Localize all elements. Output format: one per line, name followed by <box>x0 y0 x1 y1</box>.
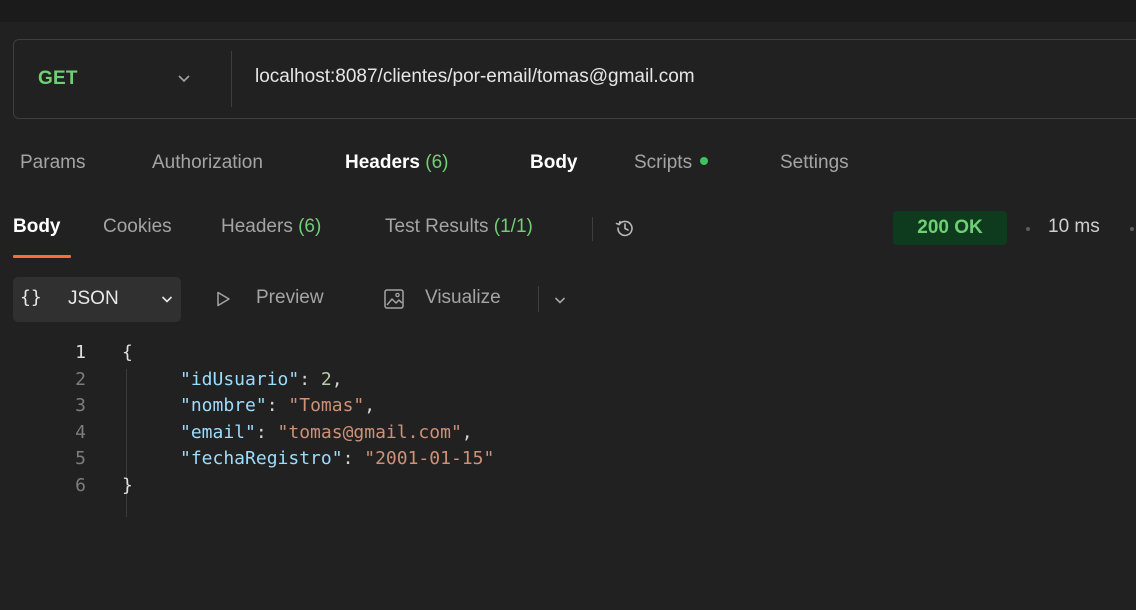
tab-authorization[interactable]: Authorization <box>152 152 263 174</box>
method-divider <box>231 51 232 107</box>
format-label: JSON <box>68 288 119 309</box>
code-text: { <box>122 340 133 366</box>
tab-headers-count: (6) <box>425 152 449 173</box>
line-number: 6 <box>75 474 86 496</box>
json-value: "2001-01-15" <box>364 448 495 469</box>
top-band <box>0 0 1136 22</box>
json-comma: , <box>364 395 376 416</box>
response-tab-headers-label: Headers <box>221 216 293 237</box>
image-icon <box>384 289 404 309</box>
line-number: 3 <box>75 395 86 416</box>
json-value: "tomas@gmail.com" <box>277 421 462 443</box>
json-comma: , <box>331 368 343 390</box>
line-number: 4 <box>75 421 86 443</box>
response-tab-tests-count: (1/1) <box>493 216 533 237</box>
json-separator: : <box>266 395 289 416</box>
visualize-label: Visualize <box>425 287 501 308</box>
json-brace: } <box>122 474 133 496</box>
json-key: "nombre" <box>180 395 267 416</box>
line-number: 2 <box>75 368 86 390</box>
tab-params[interactable]: Params <box>20 152 85 174</box>
json-braces-icon: {} <box>20 287 42 308</box>
tab-headers[interactable]: Headers (6) <box>345 152 449 174</box>
json-separator: : <box>255 421 278 443</box>
json-value: 2 <box>320 368 332 390</box>
green-dot-icon <box>700 156 709 165</box>
response-tab-cookies[interactable]: Cookies <box>103 216 172 238</box>
tab-body[interactable]: Body <box>530 152 578 174</box>
preview-label: Preview <box>256 287 324 308</box>
json-key: "fechaRegistro" <box>180 448 343 469</box>
line-number: 5 <box>75 448 86 469</box>
chevron-down-icon[interactable] <box>176 70 192 86</box>
json-separator: : <box>299 368 321 390</box>
active-tab-underline <box>13 255 71 258</box>
chevron-down-icon <box>161 296 173 303</box>
code-text: "idUsuario": 2, <box>180 367 343 393</box>
tab-scripts[interactable]: Scripts <box>634 152 709 174</box>
postman-window: GET localhost:8087/clientes/por-email/to… <box>0 0 1136 610</box>
tab-headers-label: Headers <box>345 152 420 173</box>
status-badge[interactable]: 200 OK <box>893 211 1007 245</box>
code-text: } <box>122 473 133 499</box>
response-tab-test-results[interactable]: Test Results (1/1) <box>385 216 533 238</box>
separator-dot <box>1026 227 1030 231</box>
json-key: "idUsuario" <box>180 368 300 390</box>
tab-settings[interactable]: Settings <box>780 152 849 174</box>
code-text: "email": "tomas@gmail.com", <box>180 420 473 446</box>
chevron-down-icon[interactable] <box>553 293 567 307</box>
json-comma: , <box>461 421 473 443</box>
method-select[interactable]: GET <box>38 68 78 90</box>
response-tab-headers[interactable]: Headers (6) <box>221 216 321 238</box>
history-icon[interactable] <box>614 217 636 239</box>
play-outline-icon <box>217 291 230 307</box>
visualize-divider <box>538 286 539 312</box>
tab-divider <box>592 217 593 241</box>
json-separator: : <box>342 448 365 469</box>
url-input[interactable]: localhost:8087/clientes/por-email/tomas@… <box>255 66 695 88</box>
format-json-dropdown[interactable]: {} JSON <box>13 277 181 322</box>
response-time[interactable]: 10 ms <box>1048 216 1100 238</box>
request-bar: GET localhost:8087/clientes/por-email/to… <box>13 39 1136 119</box>
separator-dot <box>1130 227 1134 231</box>
tab-scripts-label: Scripts <box>634 152 693 173</box>
code-text: "fechaRegistro": "2001-01-15" <box>180 446 494 472</box>
line-number: 1 <box>75 342 86 363</box>
response-tab-tests-label: Test Results <box>385 216 489 237</box>
json-value: "Tomas" <box>288 395 365 416</box>
json-brace: { <box>122 342 133 363</box>
json-key: "email" <box>180 421 256 443</box>
code-text: "nombre": "Tomas", <box>180 393 375 419</box>
response-tab-body[interactable]: Body <box>13 216 61 238</box>
response-tab-headers-count: (6) <box>298 216 322 237</box>
